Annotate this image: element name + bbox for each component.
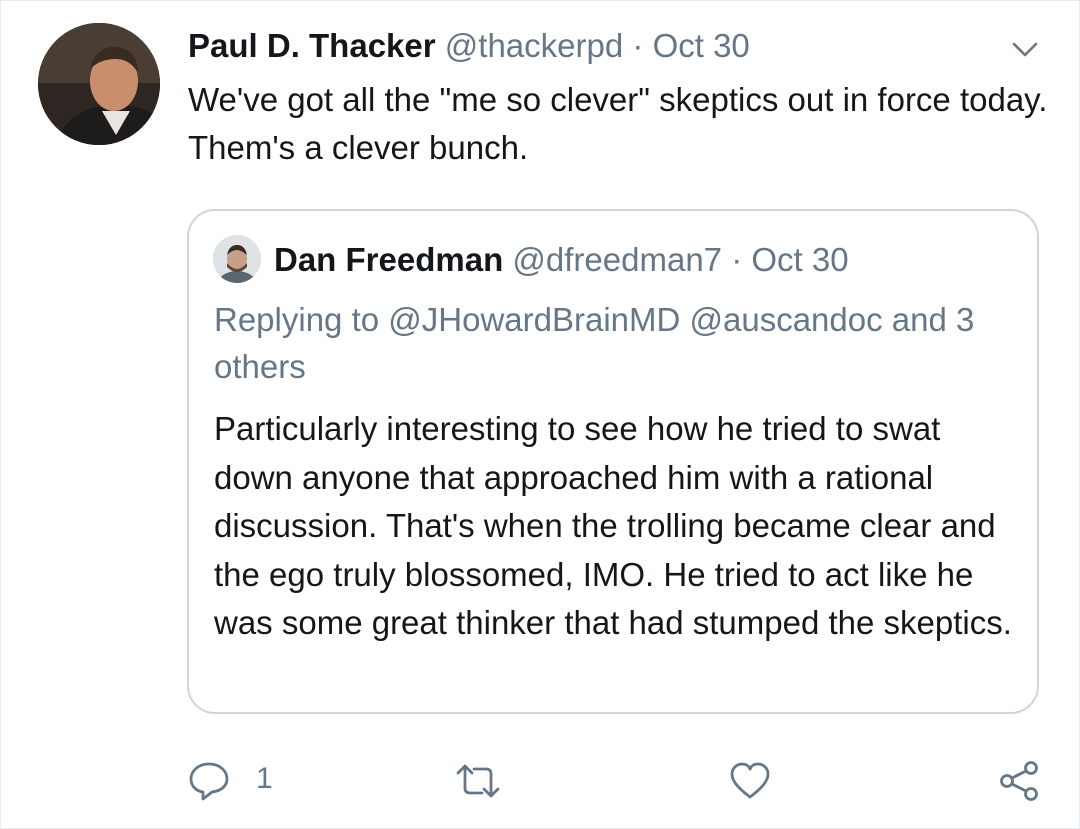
retweet-button[interactable] bbox=[453, 760, 503, 802]
tweet-date[interactable]: Oct 30 bbox=[653, 27, 750, 64]
quoted-tweet-text: Particularly interesting to see how he t… bbox=[214, 410, 1012, 641]
reply-button[interactable] bbox=[187, 760, 231, 802]
author-name[interactable]: Paul D. Thacker bbox=[188, 27, 436, 64]
tweet-header: Paul D. Thacker @thackerpd · Oct 30 bbox=[188, 24, 750, 68]
retweet-icon bbox=[456, 764, 500, 798]
tweet-text: We've got all the "me so clever" skeptic… bbox=[188, 81, 1048, 166]
quoted-tweet-header: Dan Freedman @dfreedman7 · Oct 30 bbox=[274, 238, 849, 282]
quoted-author-name: Dan Freedman bbox=[274, 241, 504, 278]
heart-icon bbox=[730, 762, 770, 799]
quoted-header-separator: · bbox=[731, 241, 743, 278]
quoted-author-handle: @dfreedman7 bbox=[512, 241, 723, 278]
quoted-tweet-date: Oct 30 bbox=[751, 241, 849, 278]
chevron-down-icon bbox=[1012, 42, 1038, 57]
share-button[interactable] bbox=[998, 760, 1042, 802]
like-button[interactable] bbox=[728, 760, 772, 802]
reply-icon bbox=[189, 762, 229, 801]
share-icon bbox=[1000, 761, 1038, 801]
replying-to-label: Replying to @JHowardBrainMD @auscandoc a… bbox=[214, 301, 975, 385]
header-separator: · bbox=[632, 27, 644, 64]
author-handle[interactable]: @thackerpd bbox=[445, 27, 623, 64]
author-avatar[interactable] bbox=[38, 23, 160, 145]
tweet-menu-button[interactable] bbox=[1005, 34, 1045, 64]
reply-count: 1 bbox=[256, 762, 273, 795]
quoted-author-avatar bbox=[213, 235, 261, 283]
